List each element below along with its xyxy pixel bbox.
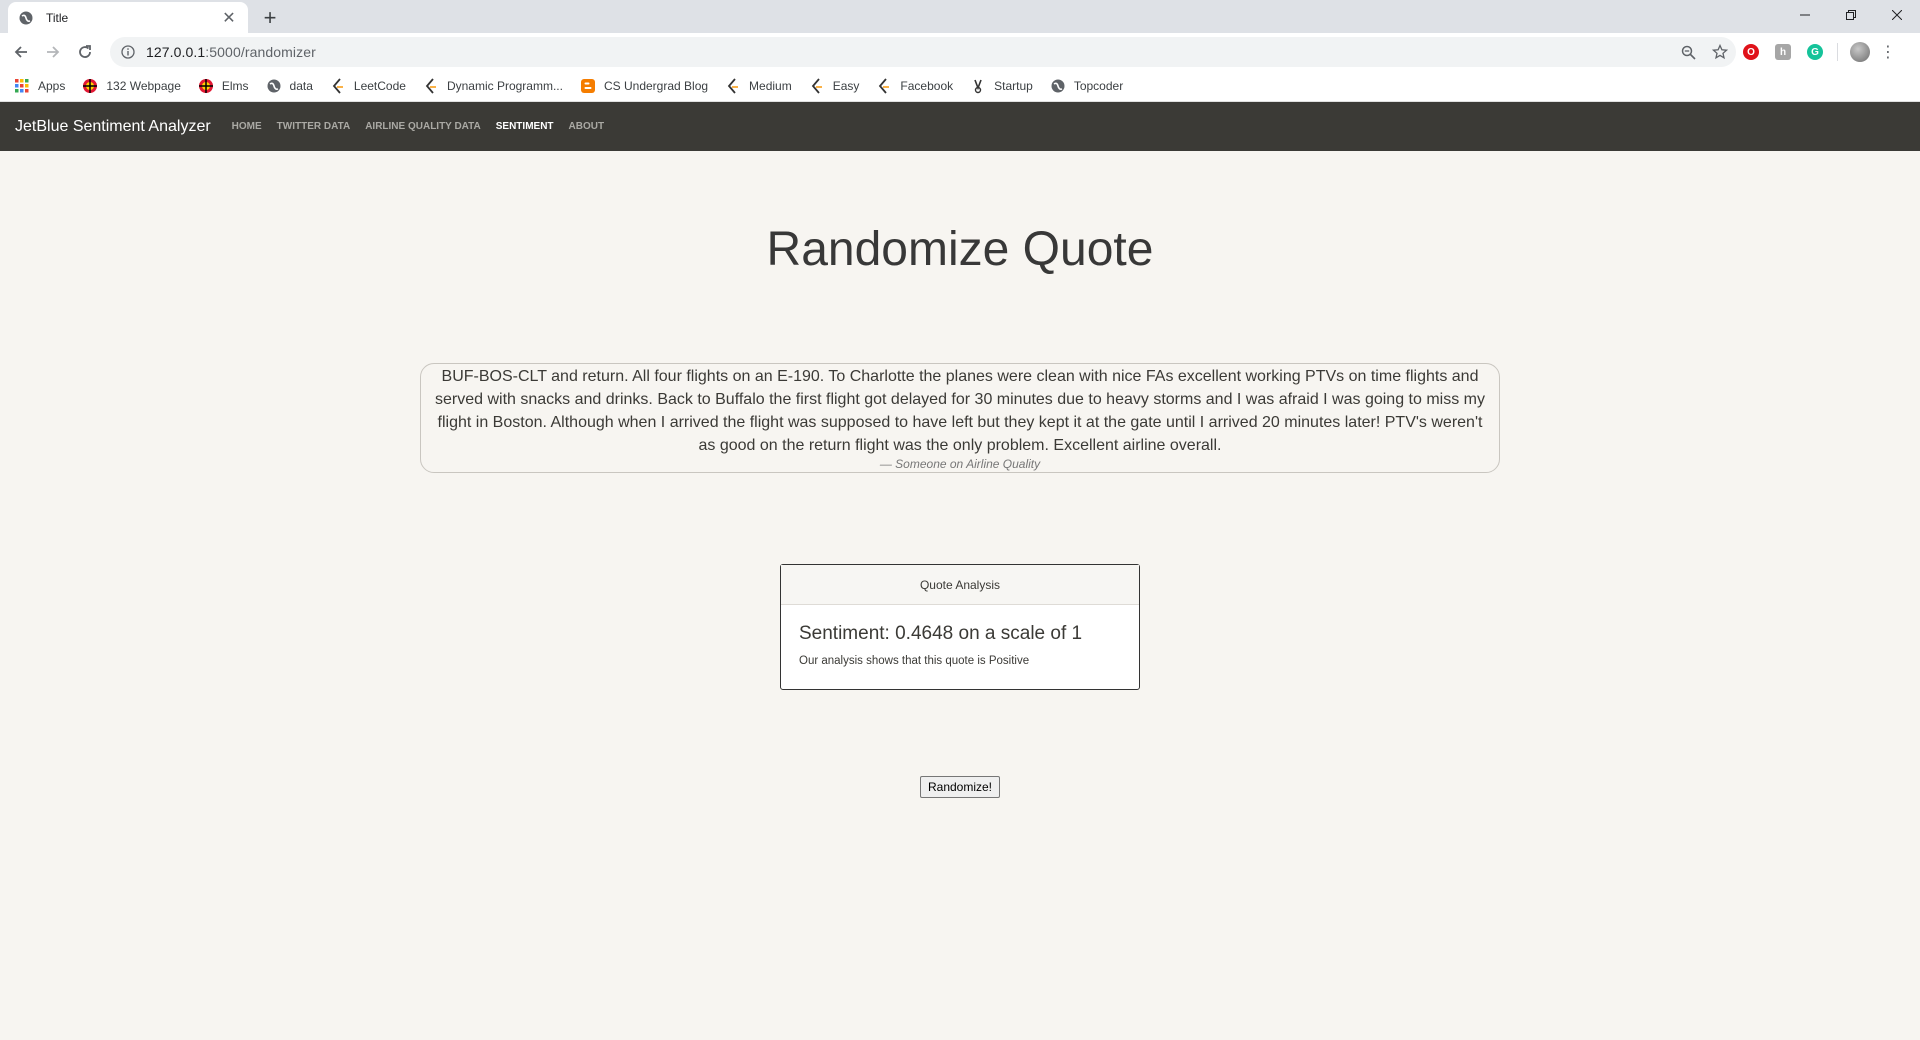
url-host: 127.0.0.1	[146, 44, 206, 60]
quote-text: BUF-BOS-CLT and return. All four flights…	[435, 368, 1485, 454]
extensions-area: O h G ⋮	[1735, 40, 1900, 64]
leetcode-icon	[330, 78, 346, 94]
bookmark-item[interactable]: Dynamic Programm...	[423, 78, 563, 94]
bookmark-label: Startup	[994, 79, 1033, 93]
window-controls	[1782, 0, 1920, 30]
sentiment-summary: Our analysis shows that this quote is Po…	[799, 655, 1030, 667]
card-body: Sentiment: 0.4648 on a scale of 1 Our an…	[781, 605, 1139, 667]
tab-strip: Title ✕ +	[0, 0, 1920, 33]
card-header: Quote Analysis	[781, 565, 1139, 605]
nav-sentiment[interactable]: SENTIMENT	[496, 121, 554, 132]
bookmark-item[interactable]: Topcoder	[1050, 78, 1123, 94]
bookmark-label: Apps	[38, 79, 66, 93]
umd-globe-icon	[198, 78, 214, 94]
profile-avatar[interactable]	[1844, 40, 1876, 64]
sentiment-score: Sentiment: 0.4648 on a scale of 1	[799, 623, 1083, 644]
address-bar[interactable]: 127.0.0.1:5000/randomizer	[110, 37, 1736, 67]
new-tab-button[interactable]: +	[258, 5, 282, 30]
umd-globe-icon	[82, 78, 98, 94]
nav-twitter-data[interactable]: TWITTER DATA	[277, 121, 351, 132]
globe-icon	[1050, 78, 1066, 94]
bookmark-item[interactable]: CS Undergrad Blog	[580, 78, 708, 94]
bookmark-label: Topcoder	[1073, 79, 1124, 93]
bookmark-item[interactable]: 132 Webpage	[82, 78, 181, 94]
close-tab-icon[interactable]: ✕	[220, 9, 238, 27]
toolbar-separator	[1837, 43, 1838, 61]
opera-extension-icon[interactable]: O	[1735, 40, 1767, 64]
site-navbar: JetBlue Sentiment Analyzer HOME TWITTER …	[0, 102, 1920, 151]
bookmark-item[interactable]: Startup	[970, 78, 1033, 94]
bookmark-item[interactable]: Easy	[809, 78, 860, 94]
bookmark-item[interactable]: data	[266, 78, 313, 94]
site-brand[interactable]: JetBlue Sentiment Analyzer	[15, 118, 211, 136]
url-path: :5000/randomizer	[205, 44, 316, 60]
leetcode-icon	[725, 78, 741, 94]
startup-icon	[970, 78, 986, 94]
bookmark-label: Dynamic Programm...	[446, 79, 563, 93]
nav-home[interactable]: HOME	[232, 121, 262, 132]
quote-source: — Someone on Airline Quality	[879, 457, 1041, 471]
minimize-icon[interactable]	[1782, 0, 1828, 30]
apps-grid-icon	[14, 78, 30, 94]
leetcode-icon	[423, 78, 439, 94]
bookmarks-bar: Apps 132 Webpage Elms data LeetCode Dynamic P…	[0, 71, 1920, 102]
zoom-icon[interactable]	[1672, 37, 1704, 67]
bookmark-item[interactable]: LeetCode	[330, 78, 406, 94]
blogger-icon	[580, 78, 596, 94]
url-text: 127.0.0.1:5000/randomizer	[146, 44, 316, 60]
nav-airline-quality-data[interactable]: AIRLINE QUALITY DATA	[365, 121, 481, 132]
browser-toolbar: 127.0.0.1:5000/randomizer O h G ⋮	[0, 33, 1920, 71]
bookmark-item[interactable]: Elms	[198, 78, 249, 94]
globe-icon	[266, 78, 282, 94]
bookmark-label: data	[289, 79, 313, 93]
randomize-button[interactable]: Randomize!	[920, 776, 1000, 798]
reload-icon[interactable]	[73, 40, 97, 64]
leetcode-icon	[809, 78, 825, 94]
bookmark-label: Elms	[221, 79, 249, 93]
menu-dots-icon[interactable]: ⋮	[1876, 40, 1900, 64]
browser-tab[interactable]: Title ✕	[8, 2, 248, 33]
close-window-icon[interactable]	[1874, 0, 1920, 30]
restore-icon[interactable]	[1828, 0, 1874, 30]
bookmark-label: Easy	[832, 79, 860, 93]
bookmark-label: 132 Webpage	[106, 79, 181, 93]
back-arrow-icon[interactable]	[9, 40, 33, 64]
forward-arrow-icon[interactable]	[41, 40, 65, 64]
globe-icon	[18, 10, 34, 26]
quote-box: BUF-BOS-CLT and return. All four flights…	[420, 363, 1500, 473]
bookmark-item[interactable]: Facebook	[876, 78, 953, 94]
bookmark-label: Medium	[749, 79, 792, 93]
bookmark-item[interactable]: Medium	[725, 78, 792, 94]
info-icon[interactable]	[120, 44, 136, 60]
bookmark-star-icon[interactable]	[1704, 37, 1736, 67]
bookmark-label: CS Undergrad Blog	[603, 79, 709, 93]
page-title: Randomize Quote	[766, 223, 1154, 276]
extension-icon[interactable]: h	[1767, 40, 1799, 64]
bookmark-label: LeetCode	[353, 79, 406, 93]
bookmark-label: Facebook	[900, 79, 954, 93]
bookmark-item[interactable]: Apps	[14, 78, 65, 94]
leetcode-icon	[876, 78, 892, 94]
grammarly-icon[interactable]: G	[1799, 40, 1831, 64]
nav-about[interactable]: ABOUT	[569, 121, 605, 132]
tab-title: Title	[46, 10, 69, 25]
quote-analysis-card: Quote Analysis Sentiment: 0.4648 on a sc…	[780, 564, 1140, 690]
